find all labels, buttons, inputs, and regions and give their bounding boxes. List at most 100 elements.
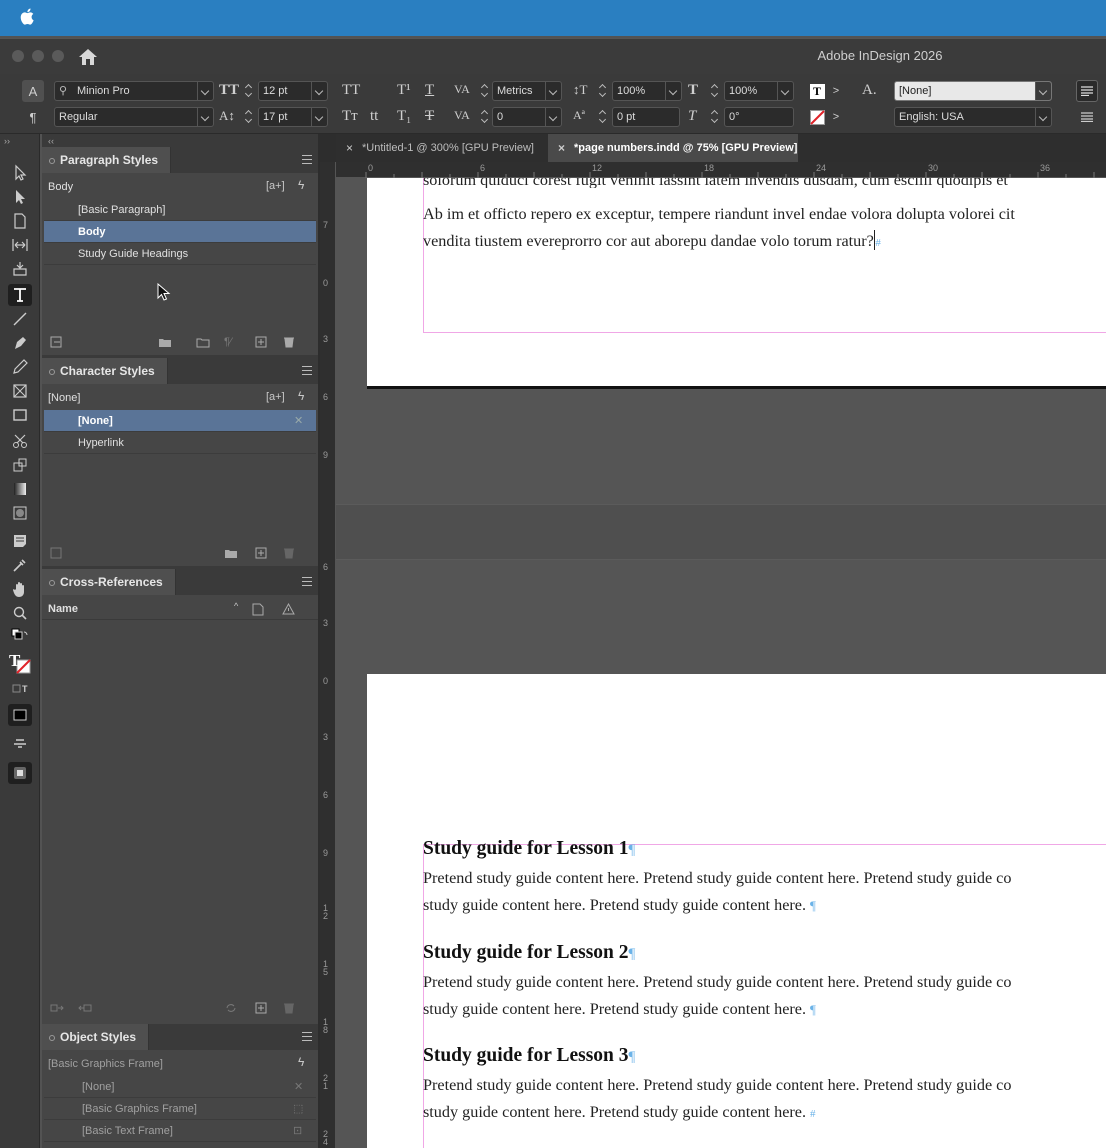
small-caps-icon[interactable]: Tт [342,108,358,125]
note-tool-icon[interactable] [8,530,32,552]
page-icon[interactable] [252,603,264,616]
list-item[interactable]: [Basic Paragraph] [44,199,316,221]
new-group-icon[interactable] [158,336,172,348]
tracking-field[interactable]: 0 [492,107,562,127]
preview-mode-icon[interactable] [8,732,32,754]
hand-tool-icon[interactable] [8,578,32,600]
go-to-source-icon[interactable] [50,1002,64,1014]
chevron-down-icon[interactable] [197,108,213,126]
load-styles-icon[interactable] [50,336,64,348]
normal-view-icon[interactable] [8,704,32,726]
character-mode-button[interactable]: A [22,80,44,102]
page-1[interactable]: solorum quiduci corest fugit venihit las… [367,178,1106,389]
new-style-group-icon[interactable]: [a+] [266,180,285,192]
leading-stepper[interactable] [244,107,254,127]
new-style-group-icon[interactable]: [a+] [266,391,285,403]
warning-icon[interactable] [282,603,295,615]
clear-overrides-icon[interactable]: ¶⁄ [224,336,232,348]
panel-menu-icon[interactable] [302,577,312,586]
lesson-heading[interactable]: Study guide for Lesson 1¶ [423,838,635,860]
list-item[interactable]: Hyperlink [44,432,316,454]
horizontal-ruler[interactable]: 0 6 12 18 24 30 36 [336,162,1106,178]
quick-apply-icon[interactable]: ϟ [298,178,304,192]
direct-selection-tool-icon[interactable] [8,186,32,208]
page-tool-icon[interactable] [8,210,32,232]
subscript-icon[interactable]: T₁ [397,108,411,125]
content-collector-tool-icon[interactable] [8,258,32,280]
chevron-down-icon[interactable] [311,82,327,100]
page-2[interactable]: Study guide for Lesson 1¶ Pretend study … [367,674,1106,1148]
column-header-name[interactable]: Name [42,598,318,620]
update-icon[interactable] [224,1002,238,1014]
gradient-swatch-tool-icon[interactable] [8,478,32,500]
trash-icon[interactable] [282,1002,296,1014]
character-styles-tab[interactable]: Character Styles [42,358,168,384]
text-line[interactable]: Pretend study guide content here. Preten… [423,1072,1011,1099]
formatting-affects-text-icon[interactable]: T [8,682,32,696]
chevron-right-icon[interactable]: > [828,80,844,102]
align-left-icon[interactable] [1076,80,1098,102]
chevron-right-icon[interactable]: > [828,106,844,128]
vertical-ruler[interactable]: 7 0 3 6 9 6 3 0 3 6 9 1 2 1 5 1 8 2 1 2 … [320,162,336,1148]
trash-icon[interactable] [282,336,296,348]
chevron-down-icon[interactable] [665,82,681,100]
chevron-down-icon[interactable] [1035,108,1051,126]
skew-stepper[interactable] [710,107,720,127]
paragraph-styles-tab[interactable]: Paragraph Styles [42,147,172,173]
object-styles-tab[interactable]: Object Styles [42,1024,150,1050]
folder-icon[interactable] [224,547,238,559]
horizontal-scale-stepper[interactable] [710,81,720,101]
superscript-icon[interactable]: T¹ [397,82,411,99]
strikethrough-icon[interactable]: T [425,108,434,125]
vertical-scale-stepper[interactable] [598,81,608,101]
line-tool-icon[interactable] [8,308,32,330]
text-line[interactable]: study guide content here. Pretend study … [423,1099,816,1128]
list-item[interactable]: [None] [44,410,316,432]
text-line[interactable]: study guide content here. Pretend study … [423,996,816,1023]
character-style-field[interactable]: [None] [894,81,1052,101]
vertical-scale-field[interactable]: 100% [612,81,682,101]
leading-field[interactable]: 17 pt [258,107,328,127]
list-item[interactable]: [Basic Text Frame] [44,1120,316,1142]
zoom-tool-icon[interactable] [8,602,32,624]
list-item[interactable]: Study Guide Headings [44,243,316,265]
eyedropper-tool-icon[interactable] [8,554,32,576]
tab-untitled-1[interactable]: × *Untitled-1 @ 300% [GPU Preview] [336,134,546,162]
kerning-stepper[interactable] [480,81,490,101]
baseline-shift-stepper[interactable] [598,107,608,127]
kerning-field[interactable]: Metrics [492,81,562,101]
folder-icon[interactable] [196,336,210,348]
rectangle-frame-tool-icon[interactable] [8,380,32,402]
font-size-stepper[interactable] [244,81,254,101]
gap-tool-icon[interactable] [8,234,32,256]
paragraph-mode-button[interactable]: ¶ [22,106,44,128]
new-cross-reference-icon[interactable] [254,1002,268,1014]
underline-icon[interactable]: T [425,82,434,99]
collapse-panel-icon[interactable]: ‹‹ [48,136,54,146]
gradient-feather-tool-icon[interactable] [8,502,32,524]
stroke-none-icon[interactable] [806,106,828,128]
chevron-down-icon[interactable] [311,108,327,126]
font-style-field[interactable]: Regular [54,107,214,127]
default-fill-stroke-icon[interactable] [8,628,32,642]
chevron-down-icon[interactable] [545,82,561,100]
font-family-field[interactable]: ⚲ Minion Pro [54,81,214,101]
pen-tool-icon[interactable] [8,332,32,354]
text-line[interactable]: solorum quiduci corest fugit venihit las… [423,178,1008,188]
rectangle-tool-icon[interactable] [8,404,32,426]
horizontal-scale-field[interactable]: 100% [724,81,794,101]
text-line[interactable]: study guide content here. Pretend study … [423,892,816,919]
fill-text-icon[interactable]: T [806,80,828,102]
cross-references-tab[interactable]: Cross-References [42,569,176,595]
new-style-icon[interactable] [254,547,268,559]
chevron-down-icon[interactable] [1035,82,1051,100]
all-caps-icon[interactable]: TT [342,82,360,99]
tab-page-numbers[interactable]: × *page numbers.indd @ 75% [GPU Preview] [548,134,798,162]
screen-mode-icon[interactable] [8,762,32,784]
close-icon[interactable]: × [558,134,565,162]
panel-menu-icon[interactable] [302,155,312,164]
lowercase-icon[interactable]: tt [370,108,378,125]
apple-icon[interactable] [20,8,34,25]
list-item[interactable]: Body [44,221,316,243]
panel-menu-icon[interactable] [302,1032,312,1041]
